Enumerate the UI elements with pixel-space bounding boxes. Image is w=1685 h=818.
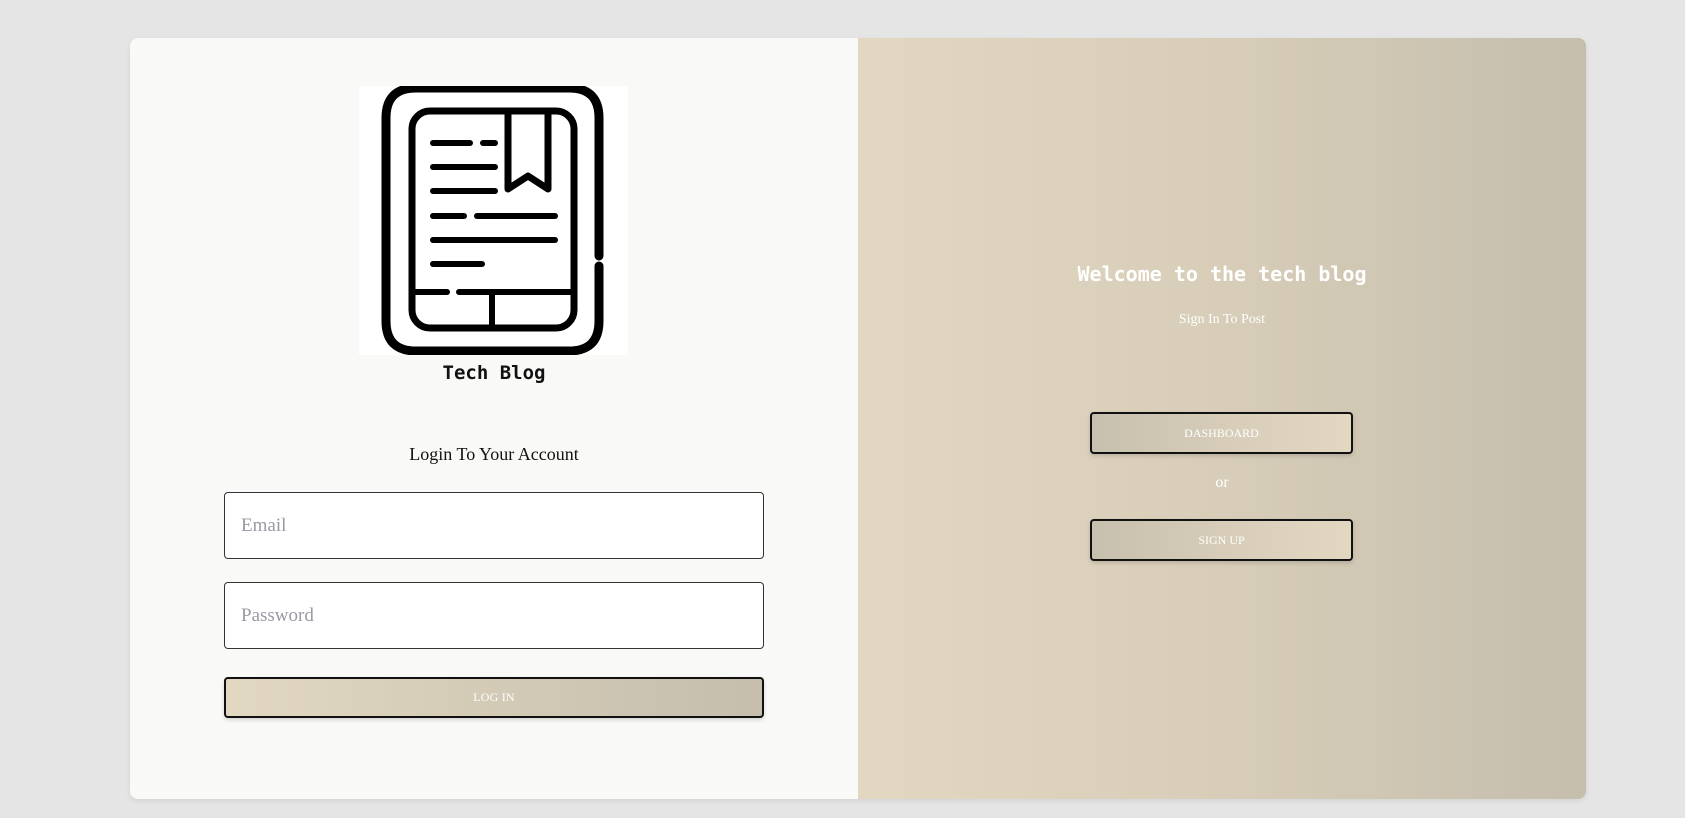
or-separator: or [1215,474,1229,491]
login-panel: Tech Blog Login To Your Account LOG IN [130,38,858,799]
welcome-panel: Welcome to the tech blog Sign In To Post… [858,38,1586,799]
email-field[interactable] [224,492,764,559]
ebook-reader-icon [359,86,628,355]
login-heading: Login To Your Account [409,444,579,464]
welcome-subtitle: Sign In To Post [1178,312,1266,327]
welcome-title: Welcome to the tech blog [1077,262,1367,286]
sign-up-button[interactable]: SIGN UP [1090,519,1353,561]
login-card: Tech Blog Login To Your Account LOG IN W… [130,38,1586,799]
dashboard-button[interactable]: DASHBOARD [1090,412,1353,454]
password-field[interactable] [224,582,764,649]
brand-name: Tech Blog [442,362,546,384]
login-button[interactable]: LOG IN [224,677,764,718]
